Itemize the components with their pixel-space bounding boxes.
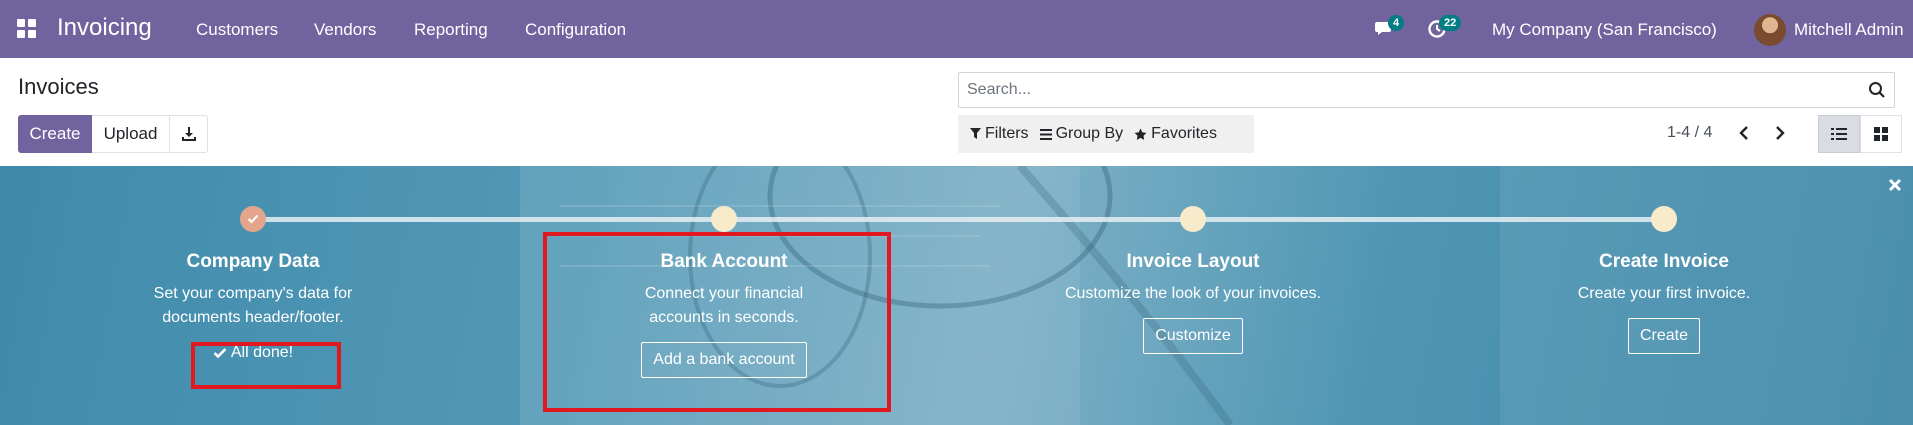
step-invoice-layout: Invoice Layout Customize the look of you…	[1033, 250, 1353, 354]
kanban-grid-icon	[1874, 127, 1888, 141]
create-invoice-button[interactable]: Create	[1627, 318, 1701, 354]
step-dot-company-data	[240, 206, 266, 232]
messages-button[interactable]: 4	[1374, 15, 1405, 41]
chevron-left-icon	[1739, 126, 1748, 140]
activities-badge: 22	[1439, 15, 1462, 31]
step-dot-bank-account	[711, 206, 737, 232]
apps-grid-icon[interactable]	[17, 19, 37, 39]
favorites-label: Favorites	[1151, 125, 1217, 142]
create-button[interactable]: Create	[18, 115, 92, 153]
check-icon	[247, 214, 259, 224]
bars-icon	[1039, 128, 1052, 140]
step-dot-invoice-layout	[1180, 206, 1206, 232]
pager-value[interactable]: 1-4 / 4	[1667, 124, 1712, 142]
download-button[interactable]	[170, 115, 208, 153]
step-description: Customize the look of your invoices.	[1064, 285, 1322, 302]
company-switcher[interactable]: My Company (San Francisco)	[1492, 20, 1717, 40]
chevron-right-icon	[1776, 126, 1785, 140]
onboarding-panel: Company Data Set your company's data for…	[0, 166, 1913, 425]
search-input[interactable]	[959, 73, 1839, 107]
page-title: Invoices	[18, 74, 99, 99]
group-by-label: Group By	[1055, 125, 1124, 142]
step-description: Create your first invoice.	[1577, 285, 1751, 302]
favorites-button[interactable]: Favorites	[1134, 125, 1228, 143]
pager-next-button[interactable]	[1768, 122, 1790, 144]
step-description: Set your company's data for documents he…	[153, 285, 353, 326]
progress-track	[253, 217, 1664, 222]
user-avatar[interactable]	[1754, 14, 1786, 46]
filter-icon	[970, 128, 981, 139]
menu-vendors[interactable]: Vendors	[314, 20, 376, 40]
group-by-button[interactable]: Group By	[1039, 125, 1135, 143]
filters-label: Filters	[985, 125, 1029, 142]
close-icon[interactable]	[1888, 178, 1902, 192]
menu-configuration[interactable]: Configuration	[525, 20, 626, 40]
star-icon	[1134, 128, 1147, 140]
list-icon	[1831, 128, 1847, 140]
search-box	[958, 72, 1895, 108]
messages-badge: 4	[1388, 15, 1405, 31]
download-icon	[181, 127, 196, 141]
upload-button[interactable]: Upload	[92, 115, 170, 153]
search-options-bar: Filters Group By Favorites	[958, 115, 1254, 153]
highlight-box-bank-account	[543, 232, 891, 412]
pager-previous-button[interactable]	[1734, 122, 1756, 144]
search-icon[interactable]	[1868, 81, 1886, 99]
customize-button[interactable]: Customize	[1143, 318, 1243, 354]
highlight-box-done	[191, 342, 341, 389]
step-title[interactable]: Company Data	[93, 250, 413, 274]
step-create-invoice: Create Invoice Create your first invoice…	[1504, 250, 1824, 354]
user-menu[interactable]: Mitchell Admin	[1794, 20, 1904, 40]
step-title[interactable]: Invoice Layout	[1033, 250, 1353, 274]
activities-button[interactable]: 22	[1426, 15, 1462, 41]
app-title[interactable]: Invoicing	[57, 14, 152, 42]
step-title[interactable]: Create Invoice	[1504, 250, 1824, 274]
kanban-view-button[interactable]	[1860, 115, 1902, 153]
list-view-button[interactable]	[1818, 115, 1860, 153]
top-navbar: Invoicing Customers Vendors Reporting Co…	[0, 0, 1913, 58]
menu-customers[interactable]: Customers	[196, 20, 278, 40]
filters-button[interactable]: Filters	[958, 125, 1040, 143]
menu-reporting[interactable]: Reporting	[414, 20, 488, 40]
step-dot-create-invoice	[1651, 206, 1677, 232]
